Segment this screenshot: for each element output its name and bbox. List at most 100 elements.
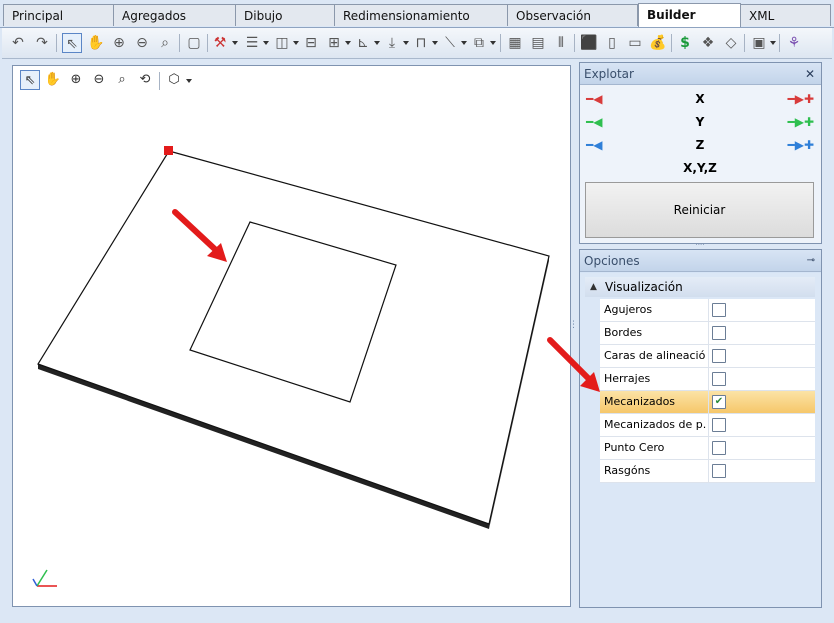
insert-down-icon[interactable]: ⤓ <box>382 33 402 53</box>
ribbon-tab-bar: Principal Agregados Dibujo Redimensionam… <box>0 0 834 28</box>
door-icon[interactable]: ▯ <box>602 33 622 53</box>
tab-builder[interactable]: Builder <box>638 3 741 27</box>
pan-hand-icon[interactable]: ✋ <box>43 70 63 90</box>
dollar-icon[interactable]: $ <box>675 33 695 53</box>
splitter-grip[interactable]: ···· <box>688 242 712 249</box>
option-checkbox[interactable] <box>712 303 726 317</box>
cabinet-icon[interactable]: ▭ <box>625 33 645 53</box>
select-pointer-icon[interactable]: ⇖ <box>62 33 82 53</box>
tab-redimensionamiento[interactable]: Redimensionamiento <box>334 4 508 26</box>
option-checkbox[interactable] <box>712 372 726 386</box>
pin-icon[interactable]: ⊸ <box>807 250 815 272</box>
chevron-up-icon[interactable]: ▲ <box>590 277 597 297</box>
expand-x-icon[interactable]: ━▶✚ <box>787 89 814 109</box>
tag-icon[interactable]: ◇ <box>721 33 741 53</box>
chevron-down-icon[interactable] <box>345 41 351 45</box>
redo-icon[interactable]: ↷ <box>32 33 52 53</box>
vertical-panel-icon[interactable]: ◫ <box>272 33 292 53</box>
chevron-down-icon[interactable] <box>432 41 438 45</box>
option-rasgons[interactable]: Rasgóns <box>600 460 815 483</box>
profile-icon[interactable]: ⊾ <box>353 33 373 53</box>
chevron-down-icon[interactable] <box>461 41 467 45</box>
texture-icon[interactable]: ▤ <box>528 33 548 53</box>
select-pointer-icon[interactable]: ⇖ <box>20 70 40 90</box>
chevron-down-icon[interactable] <box>293 41 299 45</box>
option-checkbox[interactable] <box>712 464 726 478</box>
solid-cube-icon[interactable]: ⬛ <box>579 33 599 53</box>
chevron-down-icon[interactable] <box>186 79 192 83</box>
horizontal-panel-icon[interactable]: ☰ <box>242 33 262 53</box>
chevron-down-icon[interactable] <box>770 41 776 45</box>
money-bag-icon[interactable]: 💰 <box>648 33 668 53</box>
tab-label: Principal <box>12 9 64 23</box>
option-bordes[interactable]: Bordes <box>600 322 815 345</box>
dimension-icon[interactable]: ⊓ <box>411 33 431 53</box>
option-punto-cero[interactable]: Punto Cero <box>600 437 815 460</box>
tab-dibujo[interactable]: Dibujo <box>235 4 335 26</box>
shelf-icon[interactable]: ⊟ <box>301 33 321 53</box>
option-mecanizados-de-p[interactable]: Mecanizados de p... <box>600 414 815 437</box>
toolbar-separator <box>179 34 180 52</box>
axis-label: X <box>695 92 705 106</box>
option-caras-de-alineacion[interactable]: Caras de alineación <box>600 345 815 368</box>
line-tool-icon[interactable]: ⟍ <box>440 33 460 53</box>
option-mecanizados[interactable]: Mecanizados ✔ <box>600 391 815 414</box>
box-view-icon[interactable]: ▢ <box>184 33 204 53</box>
zoom-extents-icon[interactable]: ⌕ <box>155 33 175 53</box>
collapse-z-icon[interactable]: ━◀ <box>586 135 602 155</box>
tab-xml[interactable]: XML <box>740 4 831 26</box>
option-checkbox[interactable] <box>712 418 726 432</box>
zoom-out-icon[interactable]: ⊖ <box>89 70 109 90</box>
3d-viewport[interactable] <box>12 65 571 607</box>
zoom-extents-icon[interactable]: ⌕ <box>112 70 132 90</box>
option-herrajes[interactable]: Herrajes <box>600 368 815 391</box>
zoom-window-icon[interactable]: ⊕ <box>66 70 86 90</box>
tab-label: Agregados <box>122 9 187 23</box>
toolbar-separator <box>671 34 672 52</box>
expand-y-icon[interactable]: ━▶✚ <box>787 112 814 132</box>
chevron-down-icon[interactable] <box>232 41 238 45</box>
column-divider <box>708 437 709 459</box>
column-divider <box>708 299 709 321</box>
close-icon[interactable]: ✕ <box>805 63 815 85</box>
option-checkbox[interactable] <box>712 441 726 455</box>
zoom-window-icon[interactable]: ⊕ <box>109 33 129 53</box>
drill-icon[interactable]: ⚒ <box>210 33 230 53</box>
chevron-down-icon[interactable] <box>490 41 496 45</box>
reset-button[interactable]: Reiniciar <box>585 182 814 238</box>
view-cube-icon[interactable]: ⬡ <box>164 70 184 90</box>
option-checkbox-checked[interactable]: ✔ <box>712 395 726 409</box>
option-label: Mecanizados <box>604 395 676 408</box>
network-icon[interactable]: ⚘ <box>784 33 804 53</box>
option-checkbox[interactable] <box>712 349 726 363</box>
tab-agregados[interactable]: Agregados <box>113 4 236 26</box>
chevron-down-icon[interactable] <box>263 41 269 45</box>
origin-marker[interactable] <box>164 146 173 155</box>
price-list-icon[interactable]: ❖ <box>698 33 718 53</box>
window-layout-icon[interactable]: ▣ <box>749 33 769 53</box>
orbit-icon[interactable]: ⟲ <box>135 70 155 90</box>
explode-row-xyz[interactable]: X,Y,Z <box>580 158 820 178</box>
chevron-down-icon[interactable] <box>403 41 409 45</box>
group-icon[interactable]: ⧉ <box>469 33 489 53</box>
zoom-out-icon[interactable]: ⊖ <box>132 33 152 53</box>
toolbar-separator <box>56 34 57 52</box>
toolbar-separator <box>207 34 208 52</box>
toolbar-separator <box>159 72 160 90</box>
tab-observacion[interactable]: Observación <box>507 4 638 26</box>
group-visualizacion[interactable]: ▲ Visualización <box>585 277 815 297</box>
option-checkbox[interactable] <box>712 326 726 340</box>
option-agujeros[interactable]: Agujeros <box>600 299 815 322</box>
pan-hand-icon[interactable]: ✋ <box>86 33 106 53</box>
option-label: Caras de alineación <box>604 349 706 362</box>
tab-principal[interactable]: Principal <box>3 4 114 26</box>
collapse-x-icon[interactable]: ━◀ <box>586 89 602 109</box>
expand-z-icon[interactable]: ━▶✚ <box>787 135 814 155</box>
undo-icon[interactable]: ↶ <box>8 33 28 53</box>
collapse-y-icon[interactable]: ━◀ <box>586 112 602 132</box>
options-panel: Opciones ⊸ ▲ Visualización Agujeros Bord… <box>579 249 822 608</box>
material-icon[interactable]: ▦ <box>505 33 525 53</box>
frame-icon[interactable]: ⊞ <box>324 33 344 53</box>
columns-icon[interactable]: ⦀ <box>551 33 571 53</box>
chevron-down-icon[interactable] <box>374 41 380 45</box>
